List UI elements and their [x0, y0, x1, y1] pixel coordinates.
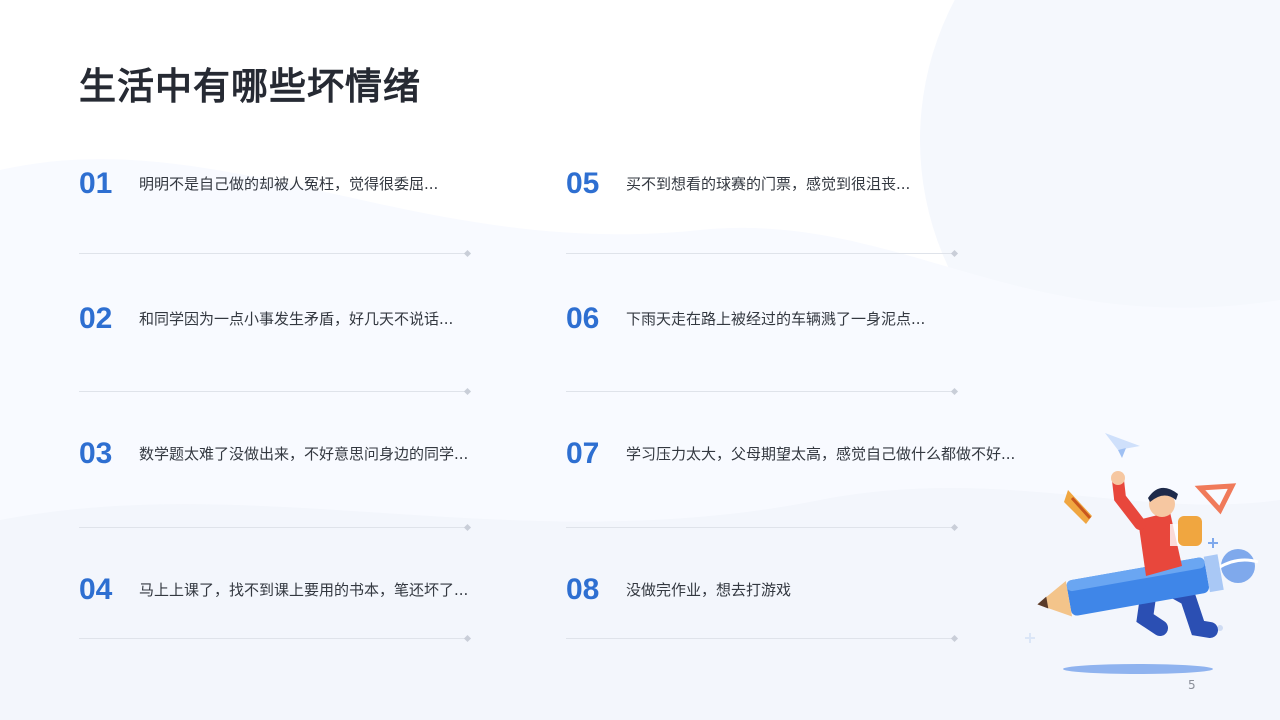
item-text: 没做完作业，想去打游戏 — [626, 581, 792, 599]
item-number: 01 — [79, 167, 113, 200]
item-text: 下雨天走在路上被经过的车辆溅了一身泥点... — [626, 310, 926, 328]
item-text: 马上上课了，找不到课上要用的书本，笔还坏了... — [139, 581, 469, 599]
item-number: 03 — [79, 437, 113, 470]
student-riding-pencil-illustration — [1025, 433, 1259, 674]
item-text: 和同学因为一点小事发生矛盾，好几天不说话... — [139, 310, 454, 328]
list-item-03: 03 数学题太难了没做出来，不好意思问身边的同学... — [79, 434, 479, 474]
item-divider — [79, 253, 467, 254]
item-number: 06 — [566, 302, 600, 335]
list-item-01: 01 明明不是自己做的却被人冤枉，觉得很委屈... — [79, 164, 479, 204]
item-text: 数学题太难了没做出来，不好意思问身边的同学... — [139, 445, 469, 463]
page-number: 5 — [1188, 678, 1196, 692]
item-text: 学习压力太大，父母期望太高，感觉自己做什么都做不好... — [626, 445, 1016, 463]
item-divider — [566, 391, 954, 392]
item-divider — [566, 638, 954, 639]
list-item-02: 02 和同学因为一点小事发生矛盾，好几天不说话... — [79, 299, 479, 339]
item-number: 08 — [566, 573, 600, 606]
list-item-04: 04 马上上课了，找不到课上要用的书本，笔还坏了... — [79, 570, 479, 610]
item-number: 04 — [79, 573, 113, 606]
item-number: 07 — [566, 437, 600, 470]
item-divider — [566, 253, 954, 254]
item-number: 05 — [566, 167, 600, 200]
item-number: 02 — [79, 302, 113, 335]
item-divider — [79, 527, 467, 528]
item-divider — [79, 638, 467, 639]
item-divider — [566, 527, 954, 528]
list-item-07: 07 学习压力太大，父母期望太高，感觉自己做什么都做不好... — [566, 434, 1015, 474]
item-text: 明明不是自己做的却被人冤枉，觉得很委屈... — [139, 175, 439, 193]
list-item-05: 05 买不到想看的球赛的门票，感觉到很沮丧... — [566, 164, 966, 204]
page-title: 生活中有哪些坏情绪 — [79, 65, 421, 108]
list-item-08: 08 没做完作业，想去打游戏 — [566, 570, 966, 610]
list-item-06: 06 下雨天走在路上被经过的车辆溅了一身泥点... — [566, 299, 966, 339]
item-text: 买不到想看的球赛的门票，感觉到很沮丧... — [626, 175, 911, 193]
item-divider — [79, 391, 467, 392]
